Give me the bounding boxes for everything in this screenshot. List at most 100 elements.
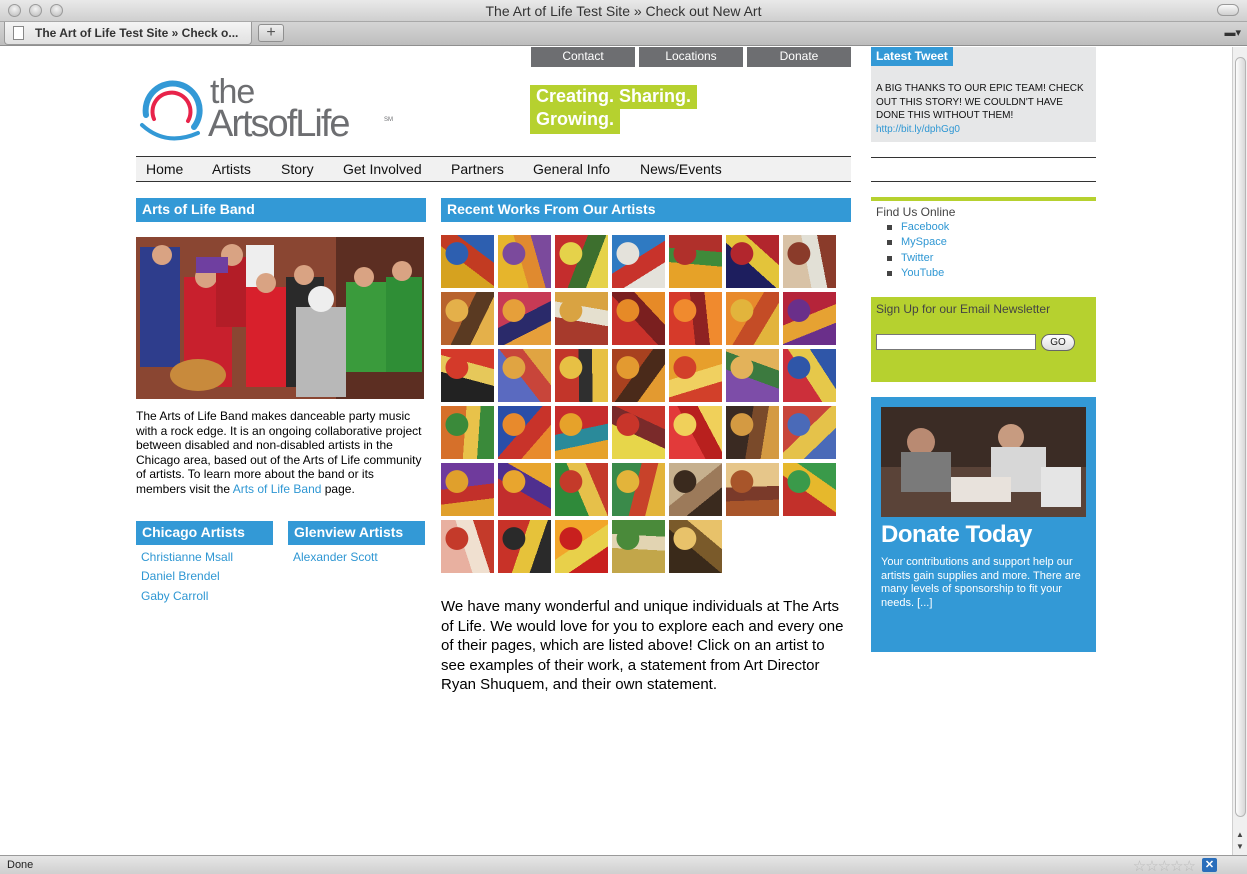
newsletter-go-button[interactable]: GO — [1041, 334, 1075, 351]
bullet-icon — [887, 240, 892, 246]
scrollbar-thumb[interactable] — [1235, 57, 1246, 817]
tab-list-menu-icon[interactable]: ▬▾ — [1224, 26, 1241, 39]
latest-tweet-heading: Latest Tweet — [871, 47, 953, 66]
donate-box[interactable]: Donate Today Your contributions and supp… — [871, 397, 1096, 652]
artwork-thumbnail[interactable] — [555, 520, 608, 573]
browser-tab[interactable]: The Art of Life Test Site » Check o... — [4, 22, 252, 45]
tweet-link[interactable]: http://bit.ly/dphGg0 — [876, 124, 960, 135]
addon-icon[interactable]: ✕ — [1202, 858, 1217, 872]
artwork-thumbnail[interactable] — [441, 463, 494, 516]
donate-title[interactable]: Donate Today — [881, 521, 1032, 549]
nav-story[interactable]: Story — [281, 161, 314, 177]
artist-link[interactable]: Daniel Brendel — [141, 569, 220, 583]
artwork-thumbnail[interactable] — [669, 463, 722, 516]
web-page: Contact Locations Donate the ArtsofLife … — [0, 47, 1232, 855]
nav-news-events[interactable]: News/Events — [640, 161, 722, 177]
tweet-text: A BIG THANKS TO OUR EPIC TEAM! CHECK OUT… — [876, 82, 1091, 136]
artists-intro-text: We have many wonderful and unique indivi… — [441, 598, 844, 693]
artwork-thumbnail[interactable] — [555, 349, 608, 402]
site-logo[interactable]: the ArtsofLife SM — [136, 75, 396, 145]
artwork-thumbnail[interactable] — [783, 292, 836, 345]
contact-button[interactable]: Contact — [531, 47, 635, 67]
band-text-end: page. — [321, 481, 355, 496]
artwork-thumbnail[interactable] — [669, 520, 722, 573]
donate-body: Your contributions and support help our … — [881, 556, 1081, 609]
artwork-thumbnail[interactable] — [726, 406, 779, 459]
artwork-thumbnail[interactable] — [783, 463, 836, 516]
donate-photo — [881, 407, 1086, 517]
artwork-thumbnail-grid — [441, 235, 841, 575]
newsletter-email-input[interactable] — [876, 334, 1036, 350]
donate-button[interactable]: Donate — [747, 47, 851, 67]
tweet-body: A BIG THANKS TO OUR EPIC TEAM! CHECK OUT… — [876, 83, 1084, 121]
scroll-up-arrow-icon[interactable]: ▲ — [1236, 830, 1244, 839]
nav-general-info[interactable]: General Info — [533, 161, 610, 177]
artwork-thumbnail[interactable] — [783, 406, 836, 459]
nav-get-involved[interactable]: Get Involved — [343, 161, 422, 177]
donate-more-link[interactable]: [...] — [917, 597, 932, 609]
artwork-thumbnail[interactable] — [441, 520, 494, 573]
donate-description: Your contributions and support help our … — [881, 556, 1086, 610]
tab-bar: The Art of Life Test Site » Check o... +… — [0, 22, 1247, 46]
artwork-thumbnail[interactable] — [669, 406, 722, 459]
band-photo[interactable] — [136, 237, 424, 399]
artwork-thumbnail[interactable] — [612, 463, 665, 516]
artwork-thumbnail[interactable] — [612, 406, 665, 459]
artwork-thumbnail[interactable] — [669, 235, 722, 288]
band-page-link[interactable]: Arts of Life Band — [233, 482, 322, 496]
artwork-thumbnail[interactable] — [612, 349, 665, 402]
locations-button[interactable]: Locations — [639, 47, 743, 67]
sidebar-divider — [871, 157, 1096, 158]
artwork-thumbnail[interactable] — [498, 235, 551, 288]
artwork-thumbnail[interactable] — [441, 235, 494, 288]
artwork-thumbnail[interactable] — [555, 406, 608, 459]
artwork-thumbnail[interactable] — [783, 349, 836, 402]
artwork-thumbnail[interactable] — [612, 235, 665, 288]
newsletter-signup: Sign Up for our Email Newsletter GO — [871, 297, 1096, 382]
artwork-thumbnail[interactable] — [726, 235, 779, 288]
artwork-thumbnail[interactable] — [555, 292, 608, 345]
tagline-line-1: Creating. Sharing. — [530, 85, 698, 109]
bullet-icon — [887, 270, 892, 276]
newsletter-heading: Sign Up for our Email Newsletter — [876, 302, 1051, 316]
facebook-link[interactable]: Facebook — [901, 221, 949, 233]
artwork-thumbnail[interactable] — [669, 349, 722, 402]
artist-link[interactable]: Alexander Scott — [293, 550, 378, 564]
twitter-link[interactable]: Twitter — [901, 252, 933, 264]
artwork-thumbnail[interactable] — [498, 292, 551, 345]
bullet-icon — [887, 225, 892, 230]
artwork-thumbnail[interactable] — [612, 520, 665, 573]
nav-home[interactable]: Home — [146, 161, 183, 177]
artwork-thumbnail[interactable] — [498, 520, 551, 573]
youtube-link[interactable]: YouTube — [901, 267, 944, 279]
toolbar-toggle-button[interactable] — [1217, 4, 1239, 16]
new-tab-button[interactable]: + — [258, 24, 284, 42]
artist-link[interactable]: Gaby Carroll — [141, 589, 208, 603]
rating-stars-icon[interactable]: ☆☆☆☆☆ — [1133, 857, 1196, 874]
artwork-thumbnail[interactable] — [441, 406, 494, 459]
artwork-thumbnail[interactable] — [555, 235, 608, 288]
artwork-thumbnail[interactable] — [783, 235, 836, 288]
green-divider — [871, 197, 1096, 201]
artwork-thumbnail[interactable] — [726, 349, 779, 402]
latest-tweet-box: Latest Tweet A BIG THANKS TO OUR EPIC TE… — [871, 47, 1096, 142]
artwork-thumbnail[interactable] — [441, 292, 494, 345]
artwork-thumbnail[interactable] — [498, 463, 551, 516]
artwork-thumbnail[interactable] — [726, 463, 779, 516]
nav-artists[interactable]: Artists — [212, 161, 251, 177]
nav-partners[interactable]: Partners — [451, 161, 504, 177]
artwork-thumbnail[interactable] — [669, 292, 722, 345]
artist-link[interactable]: Christianne Msall — [141, 550, 233, 564]
artwork-thumbnail[interactable] — [612, 292, 665, 345]
sidebar-divider — [871, 181, 1096, 182]
artwork-thumbnail[interactable] — [726, 292, 779, 345]
main-nav: Home Artists Story Get Involved Partners… — [136, 156, 851, 182]
artwork-thumbnail[interactable] — [555, 463, 608, 516]
status-bar: Done ☆☆☆☆☆ ✕ — [0, 855, 1247, 874]
artwork-thumbnail[interactable] — [498, 406, 551, 459]
myspace-link[interactable]: MySpace — [901, 236, 947, 248]
artwork-thumbnail[interactable] — [441, 349, 494, 402]
vertical-scrollbar[interactable]: ▲ ▼ — [1232, 47, 1247, 855]
artwork-thumbnail[interactable] — [498, 349, 551, 402]
scroll-down-arrow-icon[interactable]: ▼ — [1236, 842, 1244, 851]
